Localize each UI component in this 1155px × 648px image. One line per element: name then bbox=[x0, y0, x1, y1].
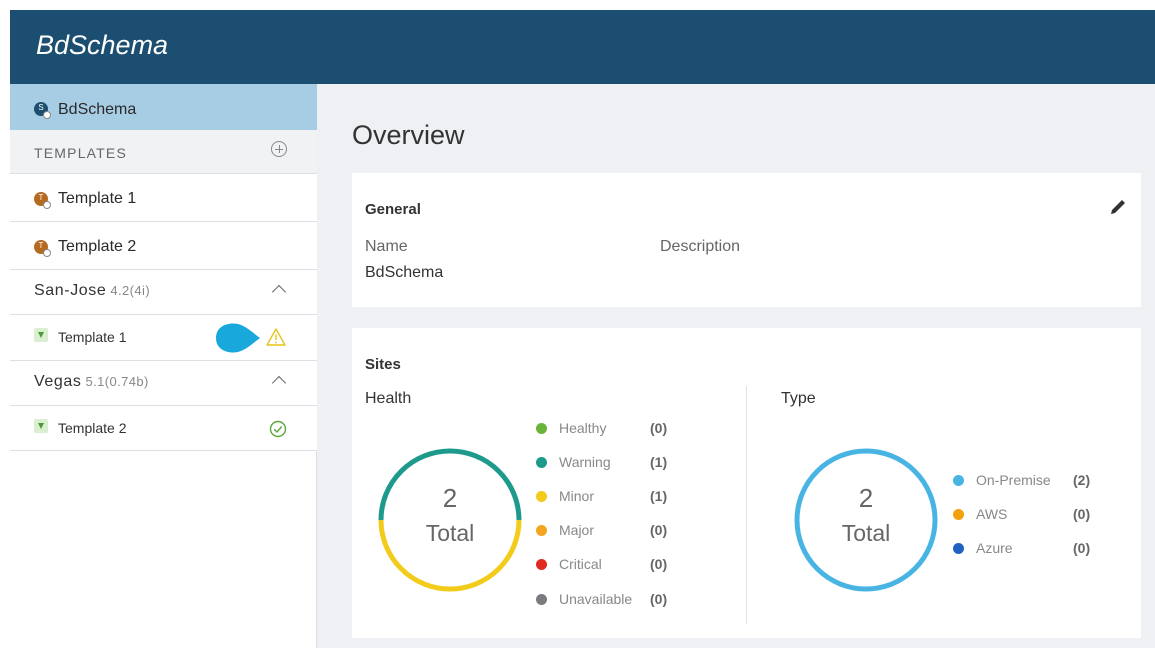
templates-header-label: TEMPLATES bbox=[34, 145, 128, 161]
site-template-label: Template 1 bbox=[58, 329, 127, 345]
type-label: Type bbox=[781, 390, 816, 407]
schema-icon: S bbox=[34, 102, 51, 119]
sidebar-site-vegas[interactable]: Vegas 5.1(0.74b) bbox=[10, 361, 317, 406]
general-card: General Name BdSchema Description bbox=[352, 173, 1141, 307]
legend-dot bbox=[536, 457, 547, 468]
sidebar-site-template-vegas[interactable]: Template 2 bbox=[10, 406, 317, 451]
site-template-icon bbox=[34, 419, 48, 433]
template-label: Template 2 bbox=[58, 238, 137, 255]
name-value: BdSchema bbox=[365, 264, 444, 281]
sidebar: S BdSchema TEMPLATES T Template 1 T Temp… bbox=[10, 84, 317, 648]
health-total-number: 2 bbox=[442, 483, 458, 513]
templates-header: TEMPLATES bbox=[10, 130, 317, 174]
warning-icon bbox=[266, 328, 286, 346]
edit-icon[interactable] bbox=[1108, 197, 1128, 217]
legend-dot bbox=[536, 525, 547, 536]
page-title: Overview bbox=[352, 120, 465, 150]
legend-dot bbox=[953, 509, 964, 520]
site-version: 4.2(4i) bbox=[110, 283, 151, 298]
health-total-label: Total bbox=[425, 520, 475, 546]
legend-dot bbox=[536, 423, 547, 434]
sidebar-item-template-1[interactable]: T Template 1 bbox=[10, 174, 317, 222]
app-frame: BdSchema S BdSchema TEMPLATES T Template… bbox=[10, 10, 1155, 648]
main-content: Overview General Name BdSchema Descripti… bbox=[318, 84, 1155, 648]
legend-dot bbox=[953, 475, 964, 486]
site-template-label: Template 2 bbox=[58, 420, 127, 436]
sidebar-schema-label: BdSchema bbox=[58, 101, 137, 118]
chevron-up-icon[interactable] bbox=[271, 284, 287, 300]
sidebar-site-template-san-jose[interactable]: Template 1 bbox=[10, 315, 317, 361]
sites-card: Sites Health 2 Total Healthy (0) Warning… bbox=[352, 328, 1141, 638]
site-template-icon bbox=[34, 328, 48, 342]
legend-dot bbox=[536, 491, 547, 502]
description-label: Description bbox=[660, 238, 741, 255]
site-name: San-Jose 4.2(4i) bbox=[34, 282, 151, 299]
sites-divider bbox=[746, 386, 747, 624]
chevron-up-icon[interactable] bbox=[271, 375, 287, 391]
site-version: 5.1(0.74b) bbox=[85, 374, 149, 389]
sidebar-site-san-jose[interactable]: San-Jose 4.2(4i) bbox=[10, 270, 317, 315]
template-label: Template 1 bbox=[58, 190, 137, 207]
legend-dot bbox=[536, 594, 547, 605]
template-icon: T bbox=[34, 192, 51, 209]
name-label: Name bbox=[365, 238, 408, 255]
tooltip-pointer-icon bbox=[216, 323, 260, 353]
check-circle-icon bbox=[269, 420, 287, 438]
app-title: BdSchema bbox=[36, 30, 169, 60]
type-total-number: 2 bbox=[858, 483, 874, 513]
app-header: BdSchema bbox=[10, 10, 1155, 84]
sidebar-schema-item[interactable]: S BdSchema bbox=[10, 84, 317, 130]
add-template-icon[interactable] bbox=[271, 141, 287, 157]
site-name: Vegas 5.1(0.74b) bbox=[34, 373, 149, 390]
health-label: Health bbox=[365, 390, 412, 407]
template-icon: T bbox=[34, 240, 51, 257]
type-total-label: Total bbox=[841, 520, 891, 546]
sidebar-item-template-2[interactable]: T Template 2 bbox=[10, 222, 317, 270]
general-title: General bbox=[365, 201, 421, 218]
sites-title: Sites bbox=[365, 356, 401, 373]
legend-dot bbox=[536, 559, 547, 570]
legend-dot bbox=[953, 543, 964, 554]
